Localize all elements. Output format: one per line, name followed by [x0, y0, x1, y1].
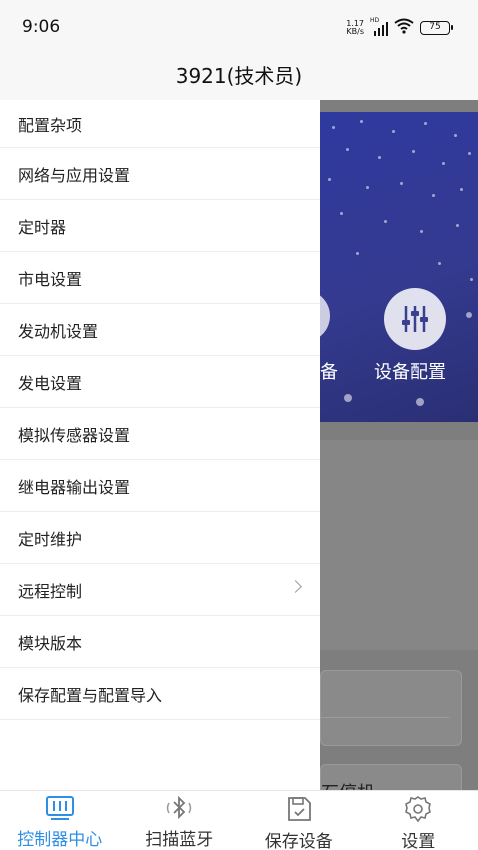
- menu-item-mains-settings[interactable]: 市电设置: [0, 252, 320, 304]
- menu-item-network-app-settings[interactable]: 网络与应用设置: [0, 148, 320, 200]
- controller-icon: [45, 795, 75, 821]
- device-config-label: 设备配置: [374, 362, 446, 383]
- page-title: 3921(技术员): [175, 64, 303, 88]
- device-label-partial: 备: [320, 362, 338, 383]
- nav-controller-center[interactable]: 控制器中心: [0, 791, 120, 850]
- bottom-nav: 控制器中心 扫描蓝牙 保存设备 设置: [0, 790, 478, 850]
- status-bar: 9:06 1.17 KB/s HD 75: [0, 0, 478, 56]
- status-card-text: 石停机: [321, 779, 375, 790]
- side-drawer: 配置杂项 网络与应用设置 定时器 市电设置 发动机设置 发电设置 模拟传感器设置…: [0, 100, 320, 790]
- menu-item-remote-control[interactable]: 远程控制: [0, 564, 320, 616]
- menu-item-save-import-config[interactable]: 保存配置与配置导入: [0, 668, 320, 720]
- menu-item-timer[interactable]: 定时器: [0, 200, 320, 252]
- wifi-icon: [394, 18, 414, 38]
- network-speed: 1.17 KB/s: [346, 19, 364, 36]
- menu-item-generator-settings[interactable]: 发电设置: [0, 356, 320, 408]
- bluetooth-icon: [163, 795, 195, 821]
- status-icons: 1.17 KB/s HD 75: [344, 17, 453, 38]
- menu-item-misc-config[interactable]: 配置杂项: [0, 100, 320, 148]
- battery-icon: 75: [420, 21, 453, 35]
- nav-save-device[interactable]: 保存设备: [239, 791, 359, 850]
- nav-scan-bluetooth[interactable]: 扫描蓝牙: [120, 791, 240, 850]
- device-config-icon: [384, 288, 446, 350]
- status-card: 石停机: [320, 764, 462, 790]
- status-time: 9:06: [22, 17, 61, 37]
- home-banner: 备 设备配置: [320, 112, 478, 422]
- menu-item-engine-settings[interactable]: 发动机设置: [0, 304, 320, 356]
- nav-settings[interactable]: 设置: [359, 791, 478, 850]
- app-header: 3921(技术员): [0, 56, 478, 100]
- menu-item-relay-output-settings[interactable]: 继电器输出设置: [0, 460, 320, 512]
- gear-icon: [404, 795, 432, 823]
- drawer-overlay[interactable]: 备 设备配置 石停机: [320, 100, 478, 790]
- device-icon-partial: [320, 290, 330, 342]
- menu-item-module-version[interactable]: 模块版本: [0, 616, 320, 668]
- signal-icon: HD: [370, 17, 388, 36]
- content-area: [320, 440, 478, 650]
- save-device-icon: [285, 795, 313, 823]
- menu-item-analog-sensor-settings[interactable]: 模拟传感器设置: [0, 408, 320, 460]
- menu-item-scheduled-maintenance[interactable]: 定时维护: [0, 512, 320, 564]
- info-card: [320, 670, 462, 746]
- chevron-right-icon: [289, 580, 302, 593]
